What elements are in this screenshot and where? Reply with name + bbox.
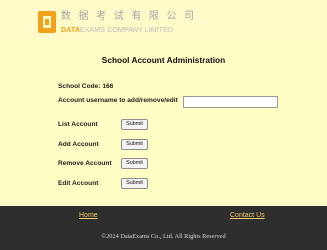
page-title: School Account Administration bbox=[101, 55, 226, 65]
list-account-submit-button[interactable]: Submit bbox=[121, 119, 148, 130]
contact-us-link[interactable]: Contact Us bbox=[230, 212, 265, 219]
add-account-label: Add Account bbox=[58, 141, 99, 148]
username-input[interactable] bbox=[183, 96, 278, 108]
username-label: Account username to add/remove/edit bbox=[58, 97, 178, 104]
list-account-label: List Account bbox=[58, 121, 98, 128]
edit-account-label: Edit Account bbox=[58, 180, 99, 187]
site-footer: Home Contact Us ©2024 DataExams Co., Ltd… bbox=[0, 206, 327, 250]
company-logo-icon bbox=[38, 11, 56, 33]
company-name-chinese: 数 据 考 试 有 限 公 司 bbox=[61, 11, 197, 22]
school-code-label: School Code: 166 bbox=[58, 83, 114, 90]
admin-panel: School Account Administration School Cod… bbox=[0, 40, 327, 206]
site-header: 数 据 考 试 有 限 公 司 DATAEXAMS COMPANY LIMITE… bbox=[0, 0, 327, 40]
company-name-light: EXAMS COMPANY LIMITED bbox=[79, 25, 174, 34]
remove-account-label: Remove Account bbox=[58, 160, 112, 167]
edit-account-submit-button[interactable]: Submit bbox=[121, 178, 148, 189]
remove-account-submit-button[interactable]: Submit bbox=[121, 158, 148, 169]
company-name-english: DATAEXAMS COMPANY LIMITED bbox=[61, 25, 173, 34]
add-account-submit-button[interactable]: Submit bbox=[121, 139, 148, 150]
company-name-bold: DATA bbox=[61, 25, 80, 34]
home-link[interactable]: Home bbox=[79, 212, 98, 219]
copyright-text: ©2024 DataExams Co., Ltd. All Rights Res… bbox=[101, 233, 226, 240]
